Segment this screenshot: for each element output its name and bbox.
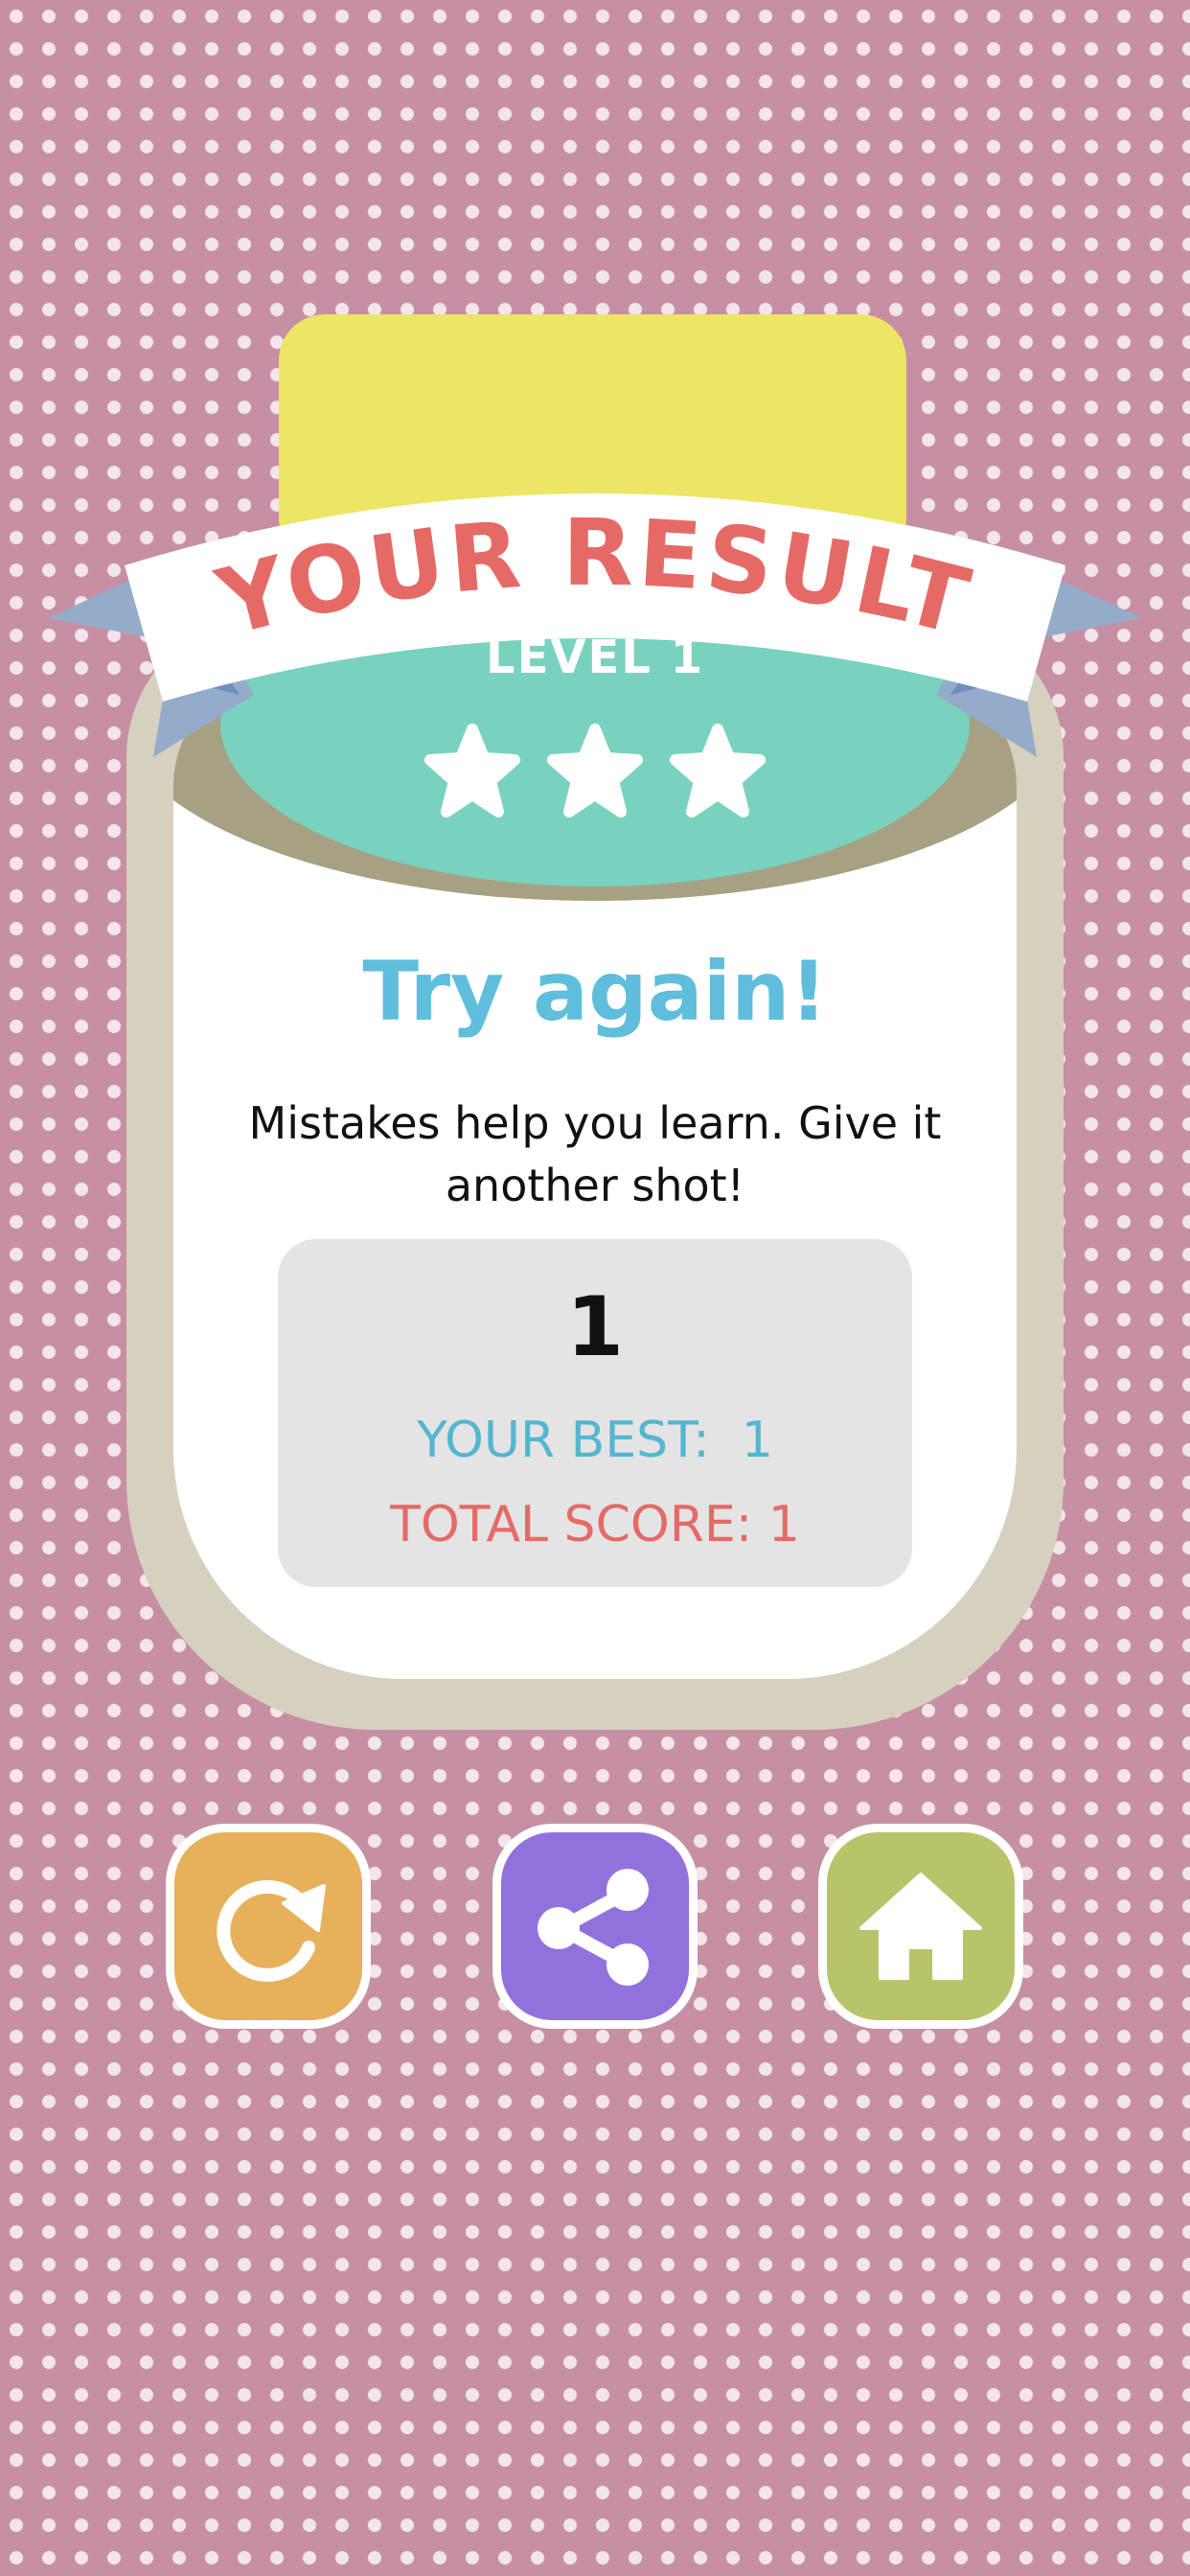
score-value: 1 bbox=[566, 1279, 624, 1375]
share-button[interactable] bbox=[492, 1824, 698, 2029]
retry-icon bbox=[217, 1879, 326, 1982]
result-screen: LEVEL 1 YOUR RESULT Try again! Mistakes … bbox=[0, 0, 1190, 2576]
message-line-1: Mistakes help you learn. Give it bbox=[248, 1097, 942, 1149]
message-line-2: another shot! bbox=[445, 1160, 745, 1211]
score-panel: 1 YOUR BEST: 1 TOTAL SCORE: 1 bbox=[278, 1239, 912, 1587]
total-score: TOTAL SCORE: 1 bbox=[390, 1496, 800, 1553]
result-ribbon: YOUR RESULT bbox=[48, 494, 1142, 757]
home-button[interactable] bbox=[818, 1824, 1023, 2029]
best-score: YOUR BEST: 1 bbox=[417, 1412, 773, 1469]
home-icon bbox=[859, 1873, 982, 1980]
headline: Try again! bbox=[362, 944, 828, 1040]
share-icon bbox=[538, 1869, 649, 1986]
encouragement-message: Mistakes help you learn. Give it another… bbox=[220, 1092, 970, 1217]
retry-button[interactable] bbox=[166, 1824, 371, 2029]
